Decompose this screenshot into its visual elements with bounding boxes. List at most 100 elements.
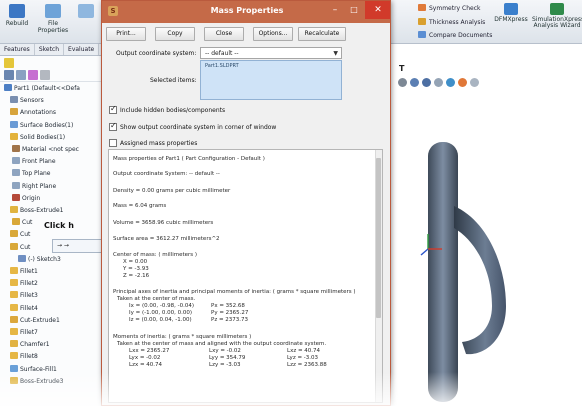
include-hidden-checkbox[interactable] xyxy=(109,104,117,114)
dialog-titlebar[interactable]: S Mass Properties – □ ✕ xyxy=(102,1,390,23)
close-button[interactable]: Close xyxy=(204,27,244,41)
results-scrollbar-thumb[interactable] xyxy=(376,158,381,318)
tree-item[interactable]: Front Plane xyxy=(12,157,56,167)
cut-icon xyxy=(10,242,18,250)
graphics-area[interactable]: T xyxy=(388,56,582,406)
mass-properties-results[interactable]: Mass properties of Part1 ( Part Configur… xyxy=(108,149,383,403)
tree-item[interactable]: Fillet1 xyxy=(10,267,38,277)
tree-item[interactable]: Cut xyxy=(10,230,30,240)
property-manager-icon[interactable] xyxy=(4,70,14,80)
context-popup[interactable]: → → xyxy=(52,239,102,253)
tree-item[interactable]: Solid Bodies(1) xyxy=(10,132,65,143)
show-coord-checkbox-row[interactable]: Show output coordinate system in corner … xyxy=(109,121,276,131)
results-scrollbar[interactable] xyxy=(375,150,382,402)
compare-documents-icon xyxy=(418,31,426,38)
tree-item[interactable]: Annotations xyxy=(10,108,56,118)
options-button[interactable]: Options... xyxy=(253,27,293,41)
coord-system-select[interactable]: -- default -- ▼ xyxy=(200,47,342,59)
tree-item[interactable]: Fillet8 xyxy=(10,352,38,362)
click-hint-text: Click h xyxy=(44,221,74,230)
moment-lyy: Lyy = 354.79 xyxy=(209,355,246,361)
part-model[interactable] xyxy=(388,56,582,406)
moments-of-inertia-title: Moments of inertia: ( grams * square mil… xyxy=(113,334,252,340)
selected-item[interactable]: Part1.SLDPRT xyxy=(205,63,239,69)
configuration-manager-icon[interactable] xyxy=(16,70,26,80)
principal-axis-y: Iy = (-1.00, 0.00, 0.00) xyxy=(129,310,192,316)
tree-item[interactable]: Chamfer1 xyxy=(10,340,50,350)
maximize-button[interactable]: □ xyxy=(345,1,363,19)
tree-item-label: Fillet2 xyxy=(20,280,38,288)
symmetry-check-button[interactable]: Symmetry Check xyxy=(418,4,480,12)
compare-documents-button[interactable]: Compare Documents xyxy=(418,31,492,39)
tree-item-label: Top Plane xyxy=(22,170,51,178)
tree-item[interactable]: Fillet7 xyxy=(10,328,38,338)
thickness-analysis-button[interactable]: Thickness Analysis xyxy=(418,18,485,26)
recalculate-button[interactable]: Recalculate xyxy=(298,27,346,41)
tree-item-label: Surface Bodies(1) xyxy=(20,121,74,129)
feature-manager-tree: Part1 (Default<<Defa Sensors Annotations Su… xyxy=(0,56,102,406)
moments-of-inertia-subtitle: Taken at the center of mass and aligned … xyxy=(117,341,327,347)
tree-item-label: Fillet7 xyxy=(20,329,38,336)
moment-lyx: Lyx = -0.02 xyxy=(129,355,161,361)
tree-item-label: Origin xyxy=(22,194,41,202)
results-mass: Mass = 6.04 grams xyxy=(113,203,167,209)
tree-item[interactable]: Sensors xyxy=(10,96,44,106)
minimize-button[interactable]: – xyxy=(326,1,344,19)
tree-item-label: Sensors xyxy=(20,97,44,105)
tree-item[interactable]: Cut xyxy=(12,218,32,228)
tree-item[interactable]: Cut-Extrude1 xyxy=(10,315,60,326)
ribbon-options-button[interactable] xyxy=(72,3,100,39)
tree-item[interactable]: Fillet4 xyxy=(10,303,38,314)
simulationxpress-icon xyxy=(550,3,564,15)
dfmxpress-button[interactable]: DFMXpress xyxy=(492,3,530,23)
print-button[interactable]: Print... xyxy=(106,27,146,41)
tab-features[interactable]: Features xyxy=(0,44,35,55)
tree-item[interactable]: Material <not spec xyxy=(12,145,79,155)
assigned-mass-checkbox-row[interactable]: Assigned mass properties xyxy=(109,139,197,147)
feature-manager-icon[interactable] xyxy=(4,58,14,68)
show-coord-checkbox[interactable] xyxy=(109,121,117,131)
tree-item[interactable]: Fillet2 xyxy=(10,279,38,289)
simulationxpress-button[interactable]: SimulationXpress Analysis Wizard xyxy=(532,3,582,29)
tree-expand-icon[interactable] xyxy=(40,70,50,80)
tree-item[interactable]: Right Plane xyxy=(12,181,57,192)
tree-item[interactable]: Origin xyxy=(12,193,41,204)
copy-button[interactable]: Copy xyxy=(155,27,195,41)
tree-item[interactable]: Fillet3 xyxy=(10,291,38,301)
rebuild-button[interactable]: Rebuild xyxy=(2,3,32,39)
tree-item-label: Right Plane xyxy=(22,182,57,190)
results-density: Density = 0.00 grams per cubic millimete… xyxy=(113,188,231,194)
close-window-button[interactable]: ✕ xyxy=(365,1,390,19)
assigned-mass-checkbox[interactable] xyxy=(109,139,117,147)
tab-evaluate[interactable]: Evaluate xyxy=(64,44,100,55)
tree-item-label: Front Plane xyxy=(22,158,56,166)
plane-icon xyxy=(12,157,20,165)
results-volume: Volume = 3658.96 cubic millimeters xyxy=(113,220,214,226)
selected-items-list[interactable]: Part1.SLDPRT xyxy=(200,60,342,100)
thickness-analysis-label: Thickness Analysis xyxy=(429,19,486,26)
tree-item[interactable]: Cut xyxy=(10,242,31,253)
surface-body-icon xyxy=(10,120,18,128)
tree-toolbar xyxy=(0,56,101,82)
tree-item[interactable]: Boss-Extrude1 xyxy=(10,206,64,216)
chevron-down-icon[interactable]: ▼ xyxy=(333,50,338,57)
tree-item-label: Cut xyxy=(20,243,31,251)
tree-item-label: Cut xyxy=(20,231,31,239)
plane-icon xyxy=(12,169,20,177)
file-properties-button[interactable]: File Properties xyxy=(36,3,70,39)
tree-item[interactable]: Part1 (Default<<Defa xyxy=(4,84,80,94)
principal-moment-x: Px = 352.68 xyxy=(211,303,245,309)
tree-item[interactable]: Surface Bodies(1) xyxy=(10,120,74,131)
display-manager-icon[interactable] xyxy=(28,70,38,80)
tree-item[interactable]: Top Plane xyxy=(12,169,51,179)
moment-lzy: Lzy = -3.03 xyxy=(209,362,241,368)
sensor-icon xyxy=(10,96,18,104)
tree-item[interactable]: (-) Sketch3 xyxy=(18,254,61,265)
tab-sketch[interactable]: Sketch xyxy=(35,44,65,55)
cut-icon xyxy=(10,230,18,238)
tree-item-label: (-) Sketch3 xyxy=(28,255,61,263)
command-tabs: Features Sketch Evaluate xyxy=(0,44,102,56)
symmetry-check-label: Symmetry Check xyxy=(429,5,481,12)
rebuild-label: Rebuild xyxy=(5,20,29,27)
include-hidden-checkbox-row[interactable]: Include hidden bodies/components xyxy=(109,104,225,114)
